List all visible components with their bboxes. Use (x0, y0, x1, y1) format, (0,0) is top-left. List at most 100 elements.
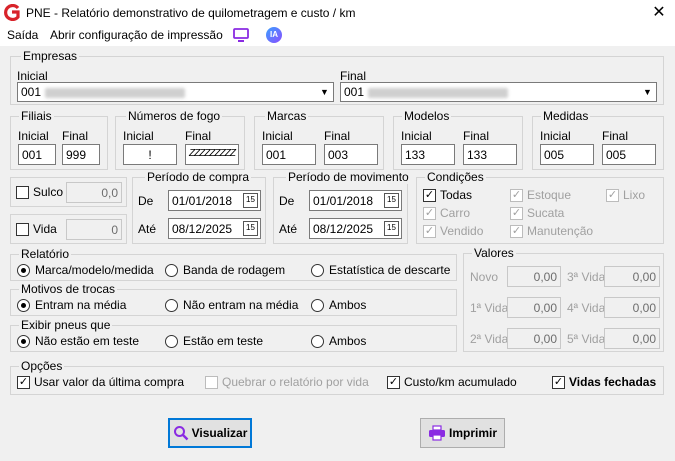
valores-group: Valores Novo 0,00 3ª Vida 0,00 1ª Vida 0… (463, 246, 664, 352)
ia-icon[interactable]: IA (266, 27, 282, 43)
valor-2vida-input[interactable]: 0,00 (507, 328, 561, 349)
chevron-down-icon[interactable]: ▼ (639, 83, 656, 101)
filial-final-input[interactable]: 999 (62, 144, 100, 165)
valores-1vida-label: 1ª Vida (470, 301, 509, 315)
quebrar-relatorio-checkbox[interactable] (205, 376, 218, 389)
periodo-movimento-legend: Período de movimento (286, 170, 411, 184)
custo-km-checkbox[interactable]: ✓ (387, 376, 400, 389)
carro-checkbox[interactable]: ✓ (423, 207, 436, 220)
modelos-group: Modelos Inicial Final 133 133 (393, 109, 523, 170)
calendar-icon[interactable]: 15 (243, 193, 258, 208)
motivos-legend: Motivos de trocas (19, 282, 118, 296)
exibir-legend: Exibir pneus que (19, 318, 113, 332)
motivos-radio-entram[interactable] (17, 299, 30, 312)
calendar-icon[interactable]: 15 (384, 221, 399, 236)
medida-inicial-input[interactable]: 005 (540, 144, 594, 165)
magnifier-icon (173, 426, 188, 441)
vidas-fechadas-label: Vidas fechadas (569, 375, 657, 389)
valores-4vida-label: 4ª Vida (567, 301, 606, 315)
manutencao-checkbox[interactable]: ✓ (510, 225, 523, 238)
fogo-inicial-input[interactable]: ! (123, 144, 177, 165)
motivos-radio-nao-entram[interactable] (165, 299, 178, 312)
periodo-movimento-group: Período de movimento De 01/01/2018 15 At… (273, 170, 411, 244)
valor-3vida-input[interactable]: 0,00 (604, 266, 660, 287)
periodo-compra-ate-input[interactable]: 08/12/2025 15 (168, 218, 261, 239)
marcas-inicial-label: Inicial (262, 129, 293, 143)
todas-checkbox[interactable]: ✓ (423, 189, 436, 202)
filiais-inicial-label: Inicial (18, 129, 49, 143)
exibir-radio-nao-teste[interactable] (17, 335, 30, 348)
marca-final-input[interactable]: 003 (324, 144, 378, 165)
fogo-final-input[interactable]: ZZZZZZZZZ (185, 144, 239, 165)
opcoes-legend: Opções (19, 359, 65, 373)
relatorio-radio-banda[interactable] (165, 264, 178, 277)
empresa-final-select[interactable]: 001 ▼ (340, 82, 657, 102)
empresas-final-label: Final (340, 69, 367, 83)
medida-final-input[interactable]: 005 (602, 144, 656, 165)
window-title: PNE - Relatório demonstrativo de quilome… (26, 6, 356, 20)
vendido-checkbox[interactable]: ✓ (423, 225, 436, 238)
valor-4vida-input[interactable]: 0,00 (604, 297, 660, 318)
custo-km-label: Custo/km acumulado (404, 375, 517, 389)
calendar-icon[interactable]: 15 (384, 193, 399, 208)
sulco-group: Sulco 0,0 (10, 177, 127, 207)
sulco-checkbox[interactable] (16, 186, 29, 199)
periodo-movimento-de-input[interactable]: 01/01/2018 15 (309, 190, 402, 211)
estoque-checkbox[interactable]: ✓ (510, 189, 523, 202)
monitor-icon[interactable] (233, 28, 249, 43)
vida-input[interactable]: 0 (66, 219, 122, 240)
motivos-radio-ambos[interactable] (311, 299, 324, 312)
todas-label: Todas (440, 188, 473, 202)
valores-novo-label: Novo (470, 270, 499, 284)
vida-label: Vida (33, 222, 57, 236)
chevron-down-icon[interactable]: ▼ (316, 83, 333, 101)
relatorio-radio-estatistica[interactable] (311, 264, 324, 277)
modelos-final-label: Final (463, 129, 490, 143)
relatorio-radio-marca[interactable] (17, 264, 30, 277)
periodo-compra-de-input[interactable]: 01/01/2018 15 (168, 190, 261, 211)
empresa-inicial-select[interactable]: 001 ▼ (17, 82, 334, 102)
marca-inicial-input[interactable]: 001 (262, 144, 316, 165)
relatorio-legend: Relatório (19, 247, 72, 261)
exibir-radio-em-teste[interactable] (165, 335, 178, 348)
modelo-final-input[interactable]: 133 (463, 144, 517, 165)
valor-1vida-input[interactable]: 0,00 (507, 297, 561, 318)
vida-checkbox[interactable] (16, 223, 29, 236)
empresas-group: Empresas Inicial Final 001 ▼ 001 ▼ (10, 49, 664, 105)
marcas-group: Marcas Inicial Final 001 003 (254, 109, 384, 170)
sulco-input[interactable]: 0,0 (66, 182, 122, 203)
close-icon[interactable]: ✕ (648, 3, 670, 23)
visualizar-button[interactable]: Visualizar (168, 418, 252, 448)
exibir-opt2-label: Estão em teste (183, 334, 264, 348)
medidas-legend: Medidas (541, 109, 591, 123)
relatorio-opt3-label: Estatística de descarte (329, 263, 451, 277)
modelos-inicial-label: Inicial (401, 129, 432, 143)
sucata-checkbox[interactable]: ✓ (510, 207, 523, 220)
exibir-group: Exibir pneus que Não estão em teste Estã… (10, 318, 457, 352)
marcas-legend: Marcas (265, 109, 309, 123)
valor-novo-input[interactable]: 0,00 (507, 266, 561, 287)
imprimir-button[interactable]: Imprimir (420, 418, 505, 448)
valores-5vida-label: 5ª Vida (567, 332, 606, 346)
lixo-checkbox[interactable]: ✓ (606, 189, 619, 202)
printer-icon (428, 425, 445, 441)
condicoes-group: Condições ✓ Todas ✓ Estoque ✓ Lixo ✓ Car… (416, 170, 664, 244)
usar-valor-checkbox[interactable]: ✓ (17, 376, 30, 389)
periodo-compra-legend: Período de compra (145, 170, 252, 184)
medidas-inicial-label: Inicial (540, 129, 571, 143)
vendido-label: Vendido (440, 224, 484, 238)
calendar-icon[interactable]: 15 (243, 221, 258, 236)
modelos-legend: Modelos (402, 109, 452, 123)
menu-abrir-configuracao[interactable]: Abrir configuração de impressão (50, 28, 223, 42)
title-bar: PNE - Relatório demonstrativo de quilome… (0, 0, 675, 26)
vidas-fechadas-checkbox[interactable]: ✓ (552, 376, 565, 389)
filial-inicial-input[interactable]: 001 (18, 144, 56, 165)
menu-saida[interactable]: Saída (7, 28, 38, 42)
modelo-inicial-input[interactable]: 133 (401, 144, 455, 165)
opcoes-group: Opções ✓ Usar valor da última compra Que… (10, 359, 664, 395)
exibir-radio-ambos[interactable] (311, 335, 324, 348)
valor-5vida-input[interactable]: 0,00 (604, 328, 660, 349)
estoque-label: Estoque (527, 188, 572, 202)
periodo-movimento-ate-input[interactable]: 08/12/2025 15 (309, 218, 402, 239)
manutencao-label: Manutenção (527, 224, 594, 238)
